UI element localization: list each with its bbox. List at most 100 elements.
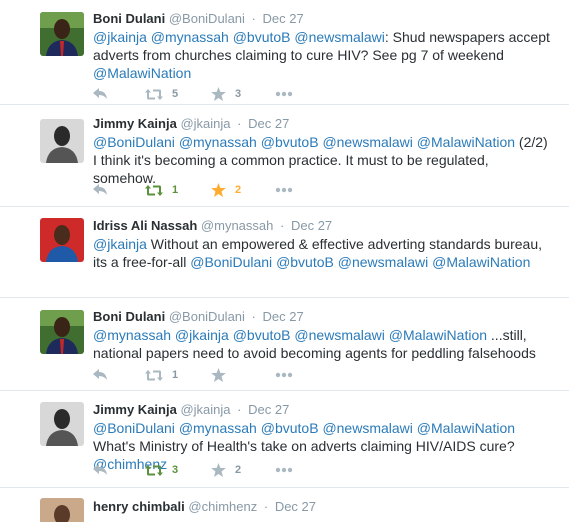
- retweet-button[interactable]: 5: [145, 86, 178, 102]
- separator: ·: [263, 499, 269, 514]
- user-handle[interactable]: @BoniDulani: [169, 11, 245, 26]
- reply-button[interactable]: [93, 86, 108, 102]
- mention-link[interactable]: @newsmalawi: [294, 327, 384, 343]
- retweet-count: 5: [172, 88, 179, 100]
- mention-link[interactable]: @bvutoB: [261, 134, 319, 150]
- favorite-count: 2: [235, 464, 242, 476]
- mention-link[interactable]: @MalawiNation: [432, 254, 530, 270]
- reply-button[interactable]: [93, 462, 108, 478]
- avatar[interactable]: [40, 119, 84, 163]
- retweet-button[interactable]: 1: [145, 182, 178, 198]
- retweet-icon: [145, 184, 163, 197]
- mention-link[interactable]: @newsmalawi: [322, 420, 412, 436]
- reply-button[interactable]: [93, 367, 108, 383]
- mention-link[interactable]: @bvutoB: [261, 420, 319, 436]
- mention-link[interactable]: @MalawiNation: [417, 134, 515, 150]
- avatar[interactable]: [40, 498, 84, 522]
- tweet-header: Idriss Ali Nassah @mynassah · Dec 27: [93, 218, 332, 233]
- user-name[interactable]: Boni Dulani: [93, 309, 165, 324]
- mention-link[interactable]: @bvutoB: [276, 254, 334, 270]
- user-name[interactable]: Jimmy Kainja: [93, 116, 177, 131]
- mention-link[interactable]: @MalawiNation: [93, 65, 191, 81]
- mention-link[interactable]: @bvutoB: [233, 327, 291, 343]
- tweet[interactable]: Jimmy Kainja @jkainja · Dec 27 @BoniDula…: [0, 391, 569, 488]
- mention-link[interactable]: @BoniDulani: [93, 420, 175, 436]
- tweet-text: @BoniDulani @mynassah @bvutoB @newsmalaw…: [93, 133, 553, 187]
- favorite-button[interactable]: 3: [211, 86, 241, 102]
- mention-link[interactable]: @jkainja: [93, 236, 147, 252]
- tweet[interactable]: Boni Dulani @BoniDulani · Dec 27 @mynass…: [0, 298, 569, 391]
- separator: ·: [280, 218, 285, 233]
- user-handle[interactable]: @BoniDulani: [169, 309, 245, 324]
- avatar[interactable]: [40, 12, 84, 56]
- mention-link[interactable]: @BoniDulani: [190, 254, 272, 270]
- tweet-text: @jkainja Without an empowered & effectiv…: [93, 235, 553, 271]
- favorite-button[interactable]: [211, 367, 235, 383]
- more-button[interactable]: [275, 367, 293, 383]
- mention-link[interactable]: @newsmalawi: [338, 254, 428, 270]
- mention-link[interactable]: @jkainja: [93, 29, 147, 45]
- tweet-header: henry chimbali @chimhenz · Dec 27: [93, 499, 316, 514]
- favorite-count: 3: [235, 88, 242, 100]
- more-button[interactable]: [275, 462, 293, 478]
- favorite-button[interactable]: 2: [211, 462, 241, 478]
- avatar[interactable]: [40, 218, 84, 262]
- tweet-text: @jkainja @mynassah @bvutoB @newsmalawi: …: [93, 28, 553, 82]
- user-handle[interactable]: @jkainja: [180, 402, 230, 417]
- more-icon: [275, 91, 293, 97]
- tweet-timeline: Boni Dulani @BoniDulani · Dec 27 @jkainj…: [0, 0, 569, 522]
- retweet-button[interactable]: 3: [145, 462, 178, 478]
- mention-link[interactable]: @BoniDulani: [93, 134, 175, 150]
- mention-link[interactable]: @newsmalawi: [322, 134, 412, 150]
- tweet[interactable]: Jimmy Kainja @jkainja · Dec 27 @BoniDula…: [0, 105, 569, 207]
- mention-link[interactable]: @newsmalawi: [294, 29, 384, 45]
- retweet-button[interactable]: 1: [145, 367, 178, 383]
- star-icon: [211, 368, 226, 382]
- mention-link[interactable]: @mynassah: [151, 29, 229, 45]
- star-icon: [211, 463, 226, 477]
- user-name[interactable]: Jimmy Kainja: [93, 402, 177, 417]
- user-name[interactable]: Idriss Ali Nassah: [93, 218, 197, 233]
- user-handle[interactable]: @jkainja: [180, 116, 230, 131]
- reply-icon: [93, 464, 108, 476]
- tweet[interactable]: henry chimbali @chimhenz · Dec 27: [0, 488, 569, 522]
- avatar[interactable]: [40, 402, 84, 446]
- retweet-count: 1: [172, 184, 179, 196]
- retweet-count: 1: [172, 369, 179, 381]
- star-icon: [211, 87, 226, 101]
- user-handle[interactable]: @chimhenz: [188, 499, 257, 514]
- mention-link[interactable]: @jkainja: [175, 327, 229, 343]
- mention-link[interactable]: @MalawiNation: [389, 327, 487, 343]
- avatar[interactable]: [40, 310, 84, 354]
- mention-link[interactable]: @mynassah: [179, 420, 257, 436]
- separator: ·: [237, 402, 242, 417]
- mention-link[interactable]: @mynassah: [93, 327, 171, 343]
- user-name[interactable]: henry chimbali: [93, 499, 185, 514]
- tweet-date[interactable]: Dec 27: [275, 499, 316, 514]
- tweet-date[interactable]: Dec 27: [263, 309, 304, 324]
- more-icon: [275, 467, 293, 473]
- retweet-count: 3: [172, 464, 179, 476]
- more-button[interactable]: [275, 86, 293, 102]
- tweet[interactable]: Boni Dulani @BoniDulani · Dec 27 @jkainj…: [0, 0, 569, 105]
- more-icon: [275, 187, 293, 193]
- tweet-date[interactable]: Dec 27: [291, 218, 332, 233]
- tweet-text-segment: What's Ministry of Health's take on adve…: [93, 438, 515, 454]
- user-handle[interactable]: @mynassah: [201, 218, 273, 233]
- user-name[interactable]: Boni Dulani: [93, 11, 165, 26]
- tweet-date[interactable]: Dec 27: [248, 116, 289, 131]
- star-icon: [211, 183, 226, 197]
- retweet-icon: [145, 464, 163, 477]
- more-button[interactable]: [275, 182, 293, 198]
- tweet[interactable]: Idriss Ali Nassah @mynassah · Dec 27 @jk…: [0, 207, 569, 298]
- more-icon: [275, 372, 293, 378]
- favorite-button[interactable]: 2: [211, 182, 241, 198]
- tweet-header: Boni Dulani @BoniDulani · Dec 27: [93, 11, 304, 26]
- tweet-date[interactable]: Dec 27: [248, 402, 289, 417]
- reply-button[interactable]: [93, 182, 108, 198]
- tweet-date[interactable]: Dec 27: [263, 11, 304, 26]
- favorite-count: 2: [235, 184, 242, 196]
- mention-link[interactable]: @MalawiNation: [417, 420, 515, 436]
- mention-link[interactable]: @bvutoB: [233, 29, 291, 45]
- mention-link[interactable]: @mynassah: [179, 134, 257, 150]
